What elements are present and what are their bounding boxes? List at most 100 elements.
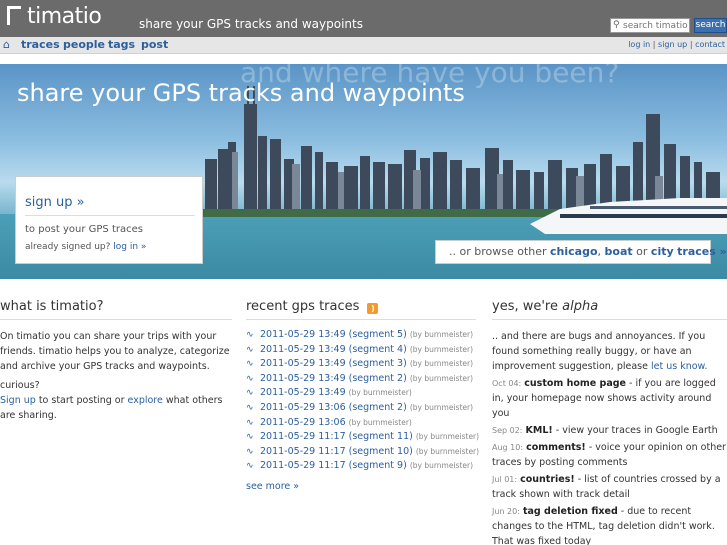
trace-author: (by burnmeister) xyxy=(409,344,474,354)
alpha-section: yes, we're alpha .. and there are bugs a… xyxy=(492,299,727,545)
divider xyxy=(25,215,195,216)
curious-label: curious? xyxy=(0,380,40,391)
trace-link[interactable]: 2011-05-29 13:49 (segment 2) xyxy=(260,373,407,384)
track-icon: ∿ xyxy=(246,402,254,413)
trace-link[interactable]: 2011-05-29 11:17 (segment 10) xyxy=(260,446,413,457)
trace-link[interactable]: 2011-05-29 13:49 (segment 5) xyxy=(260,329,407,340)
signup-link[interactable]: sign up xyxy=(658,40,687,49)
trace-item: ∿ 2011-05-29 13:06 (by burnmeister) xyxy=(246,416,476,431)
contact-link[interactable]: contact xyxy=(695,40,725,49)
separator: | xyxy=(652,40,656,49)
trace-author: (by burnmeister) xyxy=(348,388,412,398)
trace-author: (by burnmeister) xyxy=(409,373,474,383)
recent-traces-title: recent gps traces xyxy=(246,299,360,314)
trace-link[interactable]: 2011-05-29 13:06 (segment 2) xyxy=(260,402,407,413)
trace-link[interactable]: 2011-05-29 11:17 (segment 11) xyxy=(260,431,413,442)
trace-item: ∿ 2011-05-29 11:17 (segment 9) (by burnme… xyxy=(246,459,476,474)
news-title: custom home page xyxy=(524,378,626,389)
home-icon[interactable]: ⌂ xyxy=(3,38,10,51)
browse-chicago-link[interactable]: chicago xyxy=(550,245,598,258)
recent-traces-section: recent gps traces) ∿ 2011-05-29 13:49 (se… xyxy=(246,299,480,492)
signup-link[interactable]: Sign up xyxy=(0,395,36,406)
trace-link[interactable]: 2011-05-29 13:49 xyxy=(260,387,346,398)
trace-link[interactable]: 2011-05-29 13:49 (segment 4) xyxy=(260,344,407,355)
site-tagline: share your GPS tracks and waypoints xyxy=(139,17,363,31)
login-link[interactable]: log in xyxy=(628,40,650,49)
rss-feed-icon[interactable]: ) xyxy=(367,303,379,314)
news-title: tag deletion fixed xyxy=(522,506,618,517)
track-icon: ∿ xyxy=(246,344,254,355)
news-item: Jul 01: countries! - list of countries c… xyxy=(492,472,727,502)
separator: | xyxy=(689,40,693,49)
browse-prefix: .. or browse other xyxy=(449,245,547,258)
trace-link[interactable]: 2011-05-29 11:17 (segment 9) xyxy=(260,460,407,471)
browse-boat-link[interactable]: boat xyxy=(605,245,633,258)
trace-item: ∿ 2011-05-29 13:49 (segment 4) (by burnme… xyxy=(246,343,476,358)
news-title: KML! xyxy=(525,425,553,436)
trace-author: (by burnmeister) xyxy=(415,446,480,456)
recent-traces-heading: recent gps traces) xyxy=(246,299,476,320)
browse-panel: .. or browse other chicago, boat or city… xyxy=(435,240,727,264)
news-date: Sep 02: xyxy=(492,426,523,435)
track-icon: ∿ xyxy=(246,373,254,384)
already-signed-up: already signed up? log in » xyxy=(25,242,146,252)
logo-text[interactable]: timatio xyxy=(27,4,102,29)
news-item: Jun 20: tag deletion fixed - due to rece… xyxy=(492,504,727,545)
login-link[interactable]: log in » xyxy=(113,242,146,252)
alpha-heading-prefix: yes, we're xyxy=(492,299,558,314)
top-bar: timatio share your GPS tracks and waypoi… xyxy=(0,0,727,37)
trace-link[interactable]: 2011-05-29 13:49 (segment 3) xyxy=(260,358,407,369)
news-item: Sep 02: KML! - view your traces in Googl… xyxy=(492,423,727,438)
trace-item: ∿ 2011-05-29 13:06 (segment 2) (by burnme… xyxy=(246,401,476,416)
search-input[interactable] xyxy=(623,19,689,32)
trace-author: (by burnmeister) xyxy=(409,330,474,339)
news-date: Oct 04: xyxy=(492,379,522,388)
what-is-paragraph: On timatio you can share your trips with… xyxy=(0,331,230,372)
what-is-section: what is timatio? On timatio you can shar… xyxy=(0,299,232,423)
news-title: comments! xyxy=(526,442,586,453)
trace-author: (by burnmeister) xyxy=(409,402,474,412)
trace-item: ∿ 2011-05-29 13:49 (segment 5) (by burnme… xyxy=(246,328,476,343)
track-icon: ∿ xyxy=(246,432,254,443)
nav-tags[interactable]: tags xyxy=(108,38,135,51)
news-date: Jun 20: xyxy=(492,507,520,516)
news-item: Oct 04: custom home page - if you are lo… xyxy=(492,376,727,421)
nav-post[interactable]: post xyxy=(141,38,168,51)
see-more-link[interactable]: see more » xyxy=(246,481,476,492)
signup-panel: sign up » to post your GPS traces alread… xyxy=(15,176,203,264)
track-icon: ∿ xyxy=(246,388,254,399)
news-date: Jul 01: xyxy=(492,475,518,484)
search-box: ⚲ xyxy=(610,18,690,33)
track-icon: ∿ xyxy=(246,417,254,428)
signup-link[interactable]: sign up » xyxy=(25,195,85,210)
trace-list: ∿ 2011-05-29 13:49 (segment 5) (by burnme… xyxy=(246,328,480,474)
search-button[interactable]: search xyxy=(694,18,727,33)
already-text: already signed up? xyxy=(25,242,111,252)
trace-item: ∿ 2011-05-29 13:49 (segment 3) (by burnme… xyxy=(246,357,476,372)
nav-traces[interactable]: traces xyxy=(21,38,60,51)
news-date: Aug 10: xyxy=(492,443,524,452)
nav-bar: ⌂ traces people tags post log in | sign … xyxy=(0,37,727,54)
trace-author: (by burnmeister) xyxy=(415,432,480,442)
track-icon: ∿ xyxy=(246,461,254,472)
trace-link[interactable]: 2011-05-29 13:06 xyxy=(260,417,346,428)
browse-city-link[interactable]: city xyxy=(651,245,674,258)
signup-description: to post your GPS traces xyxy=(25,224,143,235)
curious-paragraph: Sign up to start posting or explore what… xyxy=(0,393,232,423)
nav-people[interactable]: people xyxy=(63,38,105,51)
logo-icon[interactable] xyxy=(7,6,21,25)
browse-comma: , xyxy=(597,245,602,258)
trace-author: (by burnmeister) xyxy=(409,359,474,369)
feedback-link[interactable]: let us know. xyxy=(651,361,707,372)
alpha-intro: .. and there are bugs and annoyances. If… xyxy=(492,329,727,374)
explore-link[interactable]: explore xyxy=(128,395,163,406)
news-list: Oct 04: custom home page - if you are lo… xyxy=(492,376,727,545)
trace-item: ∿ 2011-05-29 11:17 (segment 11) (by burnm… xyxy=(246,430,480,445)
news-title: countries! xyxy=(520,474,575,485)
browse-traces-link[interactable]: traces » xyxy=(677,245,727,258)
track-icon: ∿ xyxy=(246,446,254,457)
trace-author: (by burnmeister) xyxy=(409,461,474,471)
news-item: Aug 10: comments! - voice your opinion o… xyxy=(492,440,727,470)
curious-middle: to start posting or xyxy=(38,395,125,406)
news-text: - view your traces in Google Earth xyxy=(555,425,718,436)
